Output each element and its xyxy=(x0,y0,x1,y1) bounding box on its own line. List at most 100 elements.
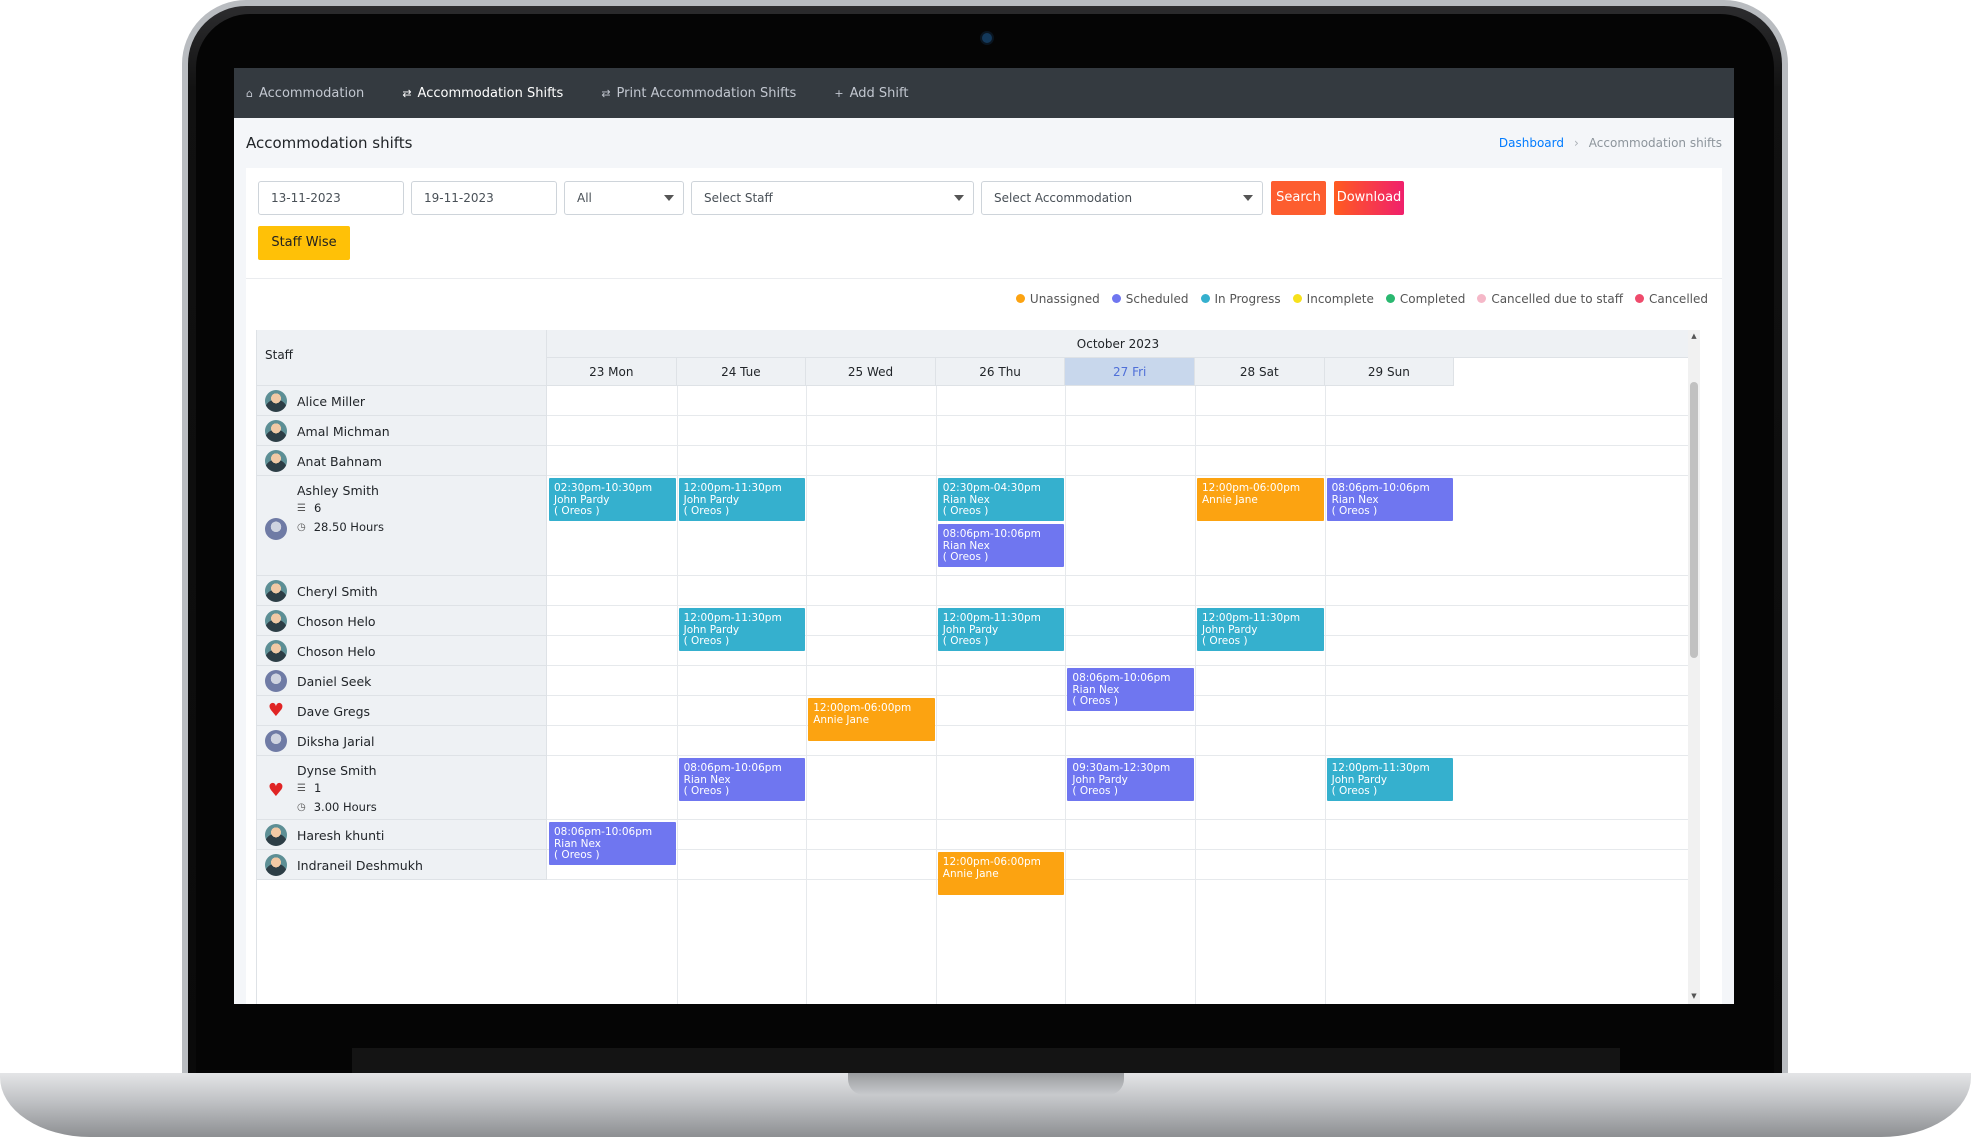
shift-event[interactable]: 12:00pm-11:30pm John Pardy( Oreos ) xyxy=(678,478,806,521)
download-button[interactable]: Download xyxy=(1334,181,1404,215)
staff-row[interactable]: Choson Helo xyxy=(257,606,547,636)
plus-icon: + xyxy=(834,86,844,100)
start-date-input[interactable]: 13-11-2023 xyxy=(258,181,404,215)
shift-event[interactable]: 12:00pm-06:00pm Annie Jane xyxy=(1197,478,1324,521)
hours-value: 3.00 Hours xyxy=(313,800,377,814)
avatar xyxy=(265,420,287,442)
calendar-panel: Staff October 2023 23 Mon 24 Tue 25 Wed 26 … xyxy=(246,318,1722,1004)
shift-count-value: 1 xyxy=(313,781,322,795)
breadcrumb-dashboard[interactable]: Dashboard xyxy=(1499,136,1564,150)
staff-name: Dave Gregs xyxy=(297,704,371,719)
staff-shift-count: ☰ 6 xyxy=(297,501,321,515)
nav-label: Add Shift xyxy=(849,85,909,101)
staff-row[interactable]: Ashley Smith ☰ 6 ◷ 28.50 Hours xyxy=(257,476,547,576)
list-icon: ☰ xyxy=(297,502,306,514)
shift-place: ( Oreos ) xyxy=(942,635,989,647)
heart-icon: ♥ xyxy=(267,700,285,721)
shift-time: 08:06pm-10:06pm xyxy=(1331,482,1430,494)
shift-time: 08:06pm-10:06pm xyxy=(683,762,782,774)
shift-event[interactable]: 12:00pm-11:30pm John Pardy( Oreos ) xyxy=(678,608,806,651)
grid-row-line xyxy=(547,605,1688,606)
shift-time: 12:00pm-06:00pm xyxy=(942,856,1041,868)
staff-row[interactable]: Alice Miller xyxy=(257,386,547,416)
search-button[interactable]: Search xyxy=(1271,181,1326,215)
shift-event[interactable]: 08:06pm-10:06pm Rian Nex( Oreos ) xyxy=(1067,668,1194,711)
staff-name: Amal Michman xyxy=(297,424,390,439)
staff-row[interactable]: Amal Michman xyxy=(257,416,547,446)
shift-time: 09:30am-12:30pm xyxy=(1072,762,1171,774)
staff-name: Alice Miller xyxy=(297,394,366,409)
shuffle-icon: ⇄ xyxy=(601,86,611,100)
staff-row[interactable]: ♥ Dynse Smith ☰ 1 ◷ 3.00 Hours xyxy=(257,756,547,820)
shift-time: 12:00pm-11:30pm xyxy=(683,482,782,494)
shift-time: 08:06pm-10:06pm xyxy=(554,826,653,838)
camera-dot xyxy=(982,33,992,43)
legend-label: Completed xyxy=(1399,291,1466,306)
day-header: 24 Tue xyxy=(676,358,807,386)
avatar xyxy=(265,450,287,472)
legend-label: Scheduled xyxy=(1125,291,1189,306)
staff-name: Indraneil Deshmukh xyxy=(297,858,423,873)
grid-row-line xyxy=(547,415,1688,416)
legend-item: In Progress xyxy=(1200,292,1281,306)
shift-place: ( Oreos ) xyxy=(942,505,989,517)
shift-event[interactable]: 08:06pm-10:06pm Rian Nex( Oreos ) xyxy=(549,822,676,865)
staff-wise-button[interactable]: Staff Wise xyxy=(258,226,350,260)
legend-dot xyxy=(1477,294,1487,303)
nav-add-shift[interactable]: + Add Shift xyxy=(834,86,908,101)
shift-place: ( Oreos ) xyxy=(683,785,730,797)
legend-label: Cancelled xyxy=(1649,291,1708,306)
staff-name: Choson Helo xyxy=(297,644,376,659)
legend-dot xyxy=(1200,294,1210,303)
legend-dot xyxy=(1635,294,1644,303)
shift-event[interactable]: 02:30pm-10:30pm John Pardy( Oreos ) xyxy=(549,478,676,521)
shift-event[interactable]: 02:30pm-04:30pm Rian Nex( Oreos ) xyxy=(937,478,1065,521)
nav-accommodation[interactable]: ⌂ Accommodation xyxy=(246,86,364,101)
shift-time: 02:30pm-04:30pm xyxy=(942,482,1041,494)
legend-label: Incomplete xyxy=(1306,291,1374,306)
nav-label: Accommodation xyxy=(258,85,365,101)
shift-event[interactable]: 12:00pm-11:30pm John Pardy( Oreos ) xyxy=(1197,608,1324,651)
scrollbar-thumb[interactable] xyxy=(1690,382,1698,658)
end-date-input[interactable]: 19-11-2023 xyxy=(411,181,557,215)
shift-event[interactable]: 08:06pm-10:06pm Rian Nex( Oreos ) xyxy=(937,524,1065,567)
shift-place: ( Oreos ) xyxy=(942,551,989,563)
scroll-up-arrow-icon[interactable]: ▲ xyxy=(1690,332,1698,340)
day-header: 26 Thu xyxy=(935,358,1066,386)
staff-row[interactable]: Diksha Jarial xyxy=(257,726,547,756)
nav-print-accommodation-shifts[interactable]: ⇄ Print Accommodation Shifts xyxy=(601,86,796,101)
app-screen: ⌂ Accommodation ⇄ Accommodation Shifts ⇄… xyxy=(234,68,1734,1004)
shift-event[interactable]: 12:00pm-11:30pm John Pardy( Oreos ) xyxy=(1326,758,1454,801)
staff-row[interactable]: Choson Helo xyxy=(257,636,547,666)
hours-value: 28.50 Hours xyxy=(313,520,385,534)
legend-label: Unassigned xyxy=(1029,291,1100,306)
staff-select[interactable]: Select Staff xyxy=(691,181,974,215)
status-select[interactable]: All xyxy=(564,181,684,215)
scroll-down-arrow-icon[interactable]: ▼ xyxy=(1690,992,1698,1000)
shift-place: ( Oreos ) xyxy=(554,849,600,861)
staff-hours: ◷ 28.50 Hours xyxy=(297,520,384,534)
avatar xyxy=(265,390,287,412)
list-icon: ☰ xyxy=(297,782,306,794)
staff-row[interactable]: Haresh khunti xyxy=(257,820,547,850)
staff-row[interactable]: Daniel Seek xyxy=(257,666,547,696)
shift-event[interactable]: 12:00pm-06:00pm Annie Jane xyxy=(808,698,935,741)
staff-row[interactable]: Cheryl Smith xyxy=(257,576,547,606)
shift-time: 02:30pm-10:30pm xyxy=(554,482,653,494)
shift-place: ( Oreos ) xyxy=(1072,785,1118,797)
accommodation-select[interactable]: Select Accommodation xyxy=(981,181,1263,215)
shift-time: 08:06pm-10:06pm xyxy=(1072,672,1171,684)
shift-event[interactable]: 08:06pm-10:06pm Rian Nex( Oreos ) xyxy=(678,758,806,801)
staff-row[interactable]: ♥ Dave Gregs xyxy=(257,696,547,726)
avatar xyxy=(265,518,287,540)
shift-time: 08:06pm-10:06pm xyxy=(942,528,1041,540)
staff-row[interactable]: Anat Bahnam xyxy=(257,446,547,476)
day-header: 27 Fri xyxy=(1065,358,1195,386)
shift-event[interactable]: 09:30am-12:30pm John Pardy( Oreos ) xyxy=(1067,758,1194,801)
staff-row[interactable]: Indraneil Deshmukh xyxy=(257,850,547,880)
avatar xyxy=(265,580,287,602)
shift-event[interactable]: 08:06pm-10:06pm Rian Nex( Oreos ) xyxy=(1326,478,1454,521)
shift-event[interactable]: 12:00pm-11:30pm John Pardy( Oreos ) xyxy=(937,608,1065,651)
shift-event[interactable]: 12:00pm-06:00pm Annie Jane xyxy=(937,852,1065,895)
nav-accommodation-shifts[interactable]: ⇄ Accommodation Shifts xyxy=(402,86,563,101)
